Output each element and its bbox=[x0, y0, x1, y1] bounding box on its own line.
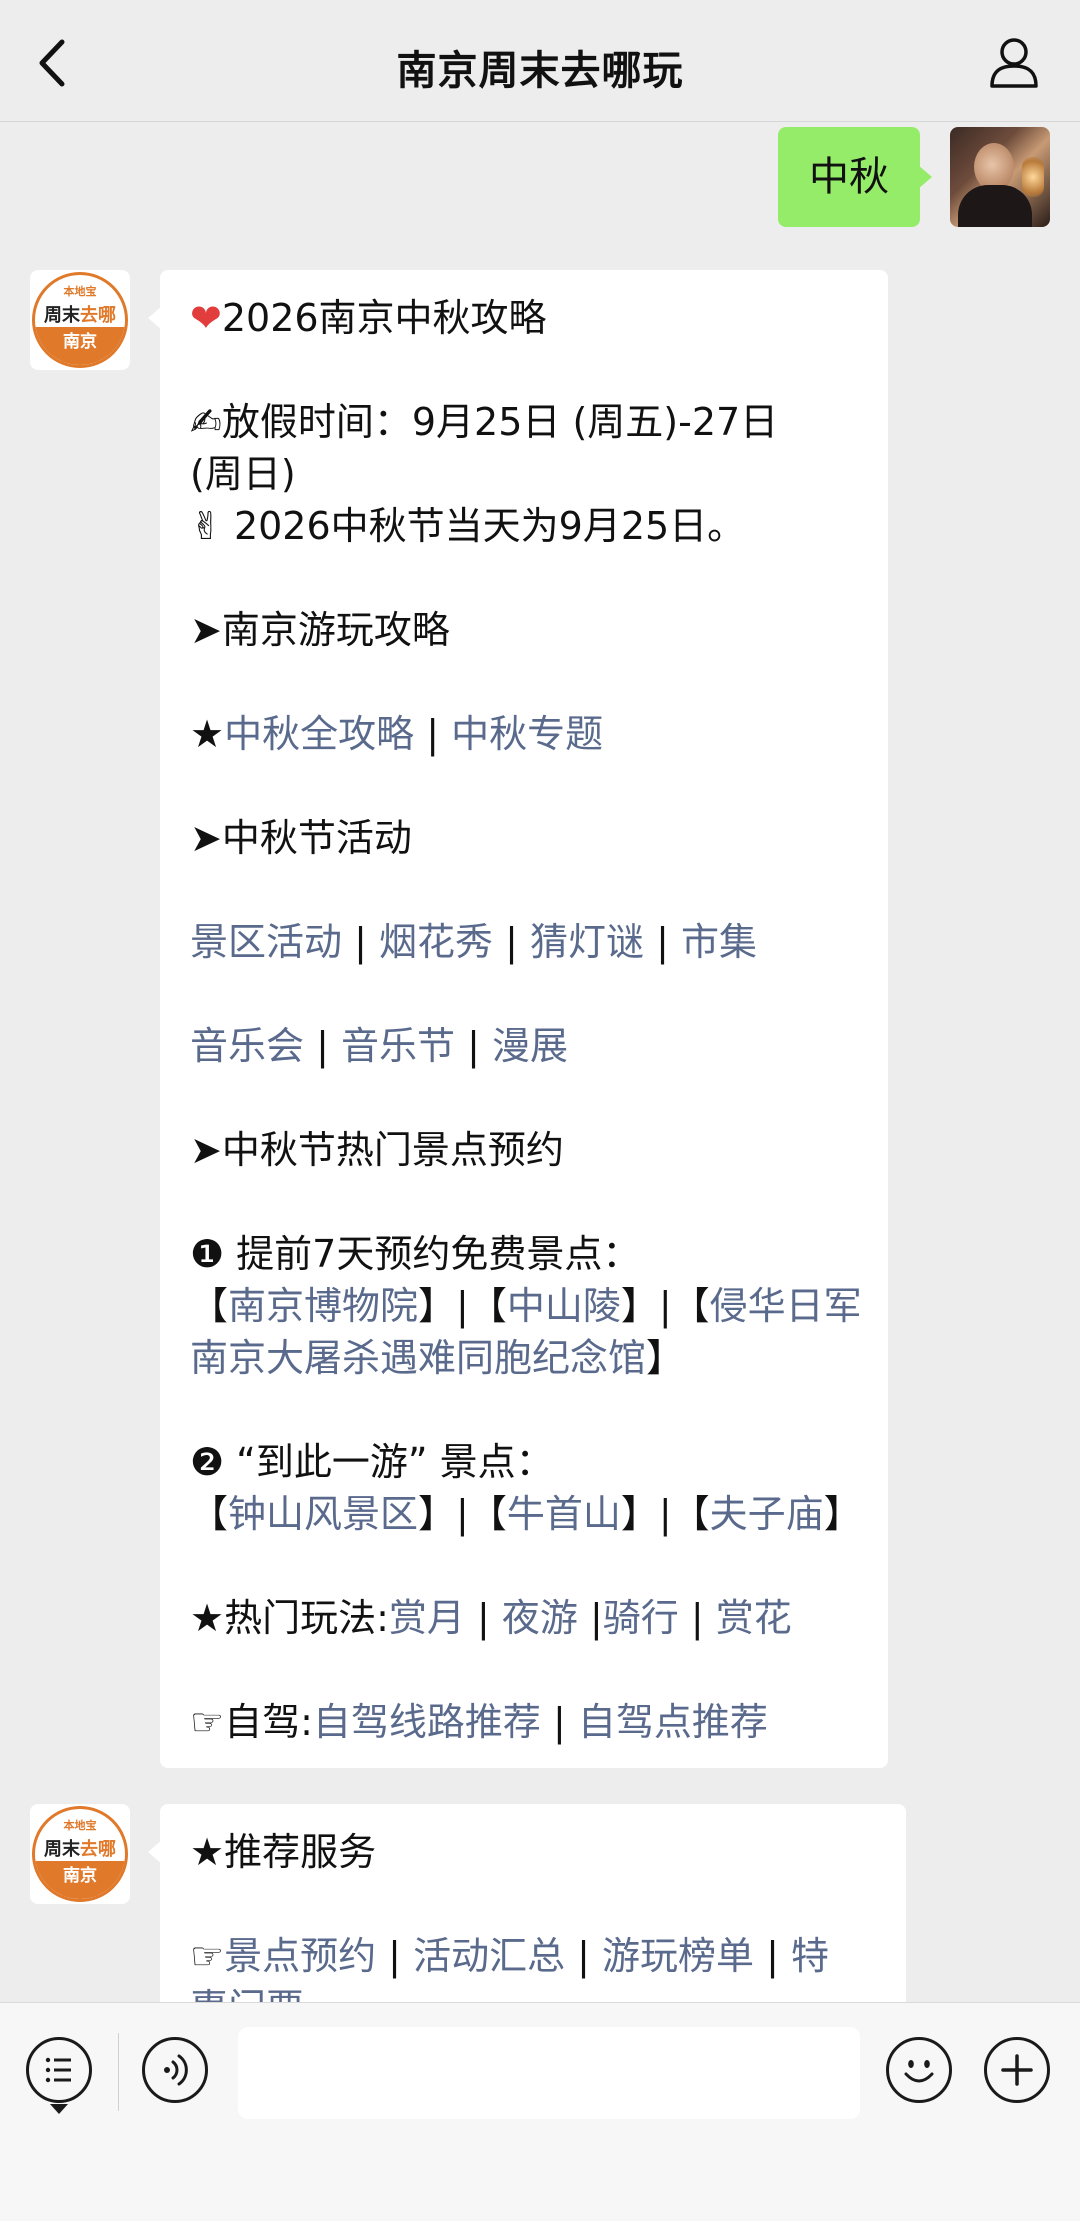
number-one-icon: ❶ bbox=[190, 1232, 225, 1276]
chat-header: 南京周末去哪玩 bbox=[0, 0, 1080, 122]
person-icon[interactable] bbox=[986, 34, 1042, 90]
star-icon: ★ bbox=[190, 712, 225, 756]
link-lantern-riddles[interactable]: 猜灯谜 bbox=[530, 920, 644, 964]
avatar-brand-city: 南京 bbox=[35, 327, 125, 365]
holiday-time-cont: (周日) bbox=[190, 452, 296, 496]
avatar2-brand-a: 周末 bbox=[44, 1839, 80, 1860]
link-sun-yatsen-mausoleum[interactable]: 中山陵 bbox=[507, 1284, 621, 1328]
section-heading-activities: ➤中秋节活动 bbox=[190, 816, 412, 860]
link-full-guide[interactable]: 中秋全攻略 bbox=[224, 712, 414, 756]
avatar2-brand-city: 南京 bbox=[35, 1861, 125, 1899]
link-zhongshan-scenic[interactable]: 钟山风景区 bbox=[228, 1492, 418, 1536]
list-menu-icon[interactable] bbox=[26, 2037, 92, 2114]
link-scenic-activities[interactable]: 景区活动 bbox=[190, 920, 342, 964]
link-nanjing-museum[interactable]: 南京博物院 bbox=[228, 1284, 418, 1328]
link-concert[interactable]: 音乐会 bbox=[190, 1024, 304, 1068]
message-input[interactable] bbox=[238, 2027, 860, 2119]
link-drive-routes[interactable]: 自驾线路推荐 bbox=[313, 1700, 541, 1744]
holiday-time: 放假时间：9月25日 (周五)-27日 bbox=[221, 400, 779, 444]
link-cycling[interactable]: 骑行 bbox=[603, 1596, 679, 1640]
voice-icon[interactable] bbox=[142, 2037, 208, 2103]
link-drive-spots[interactable]: 自驾点推荐 bbox=[578, 1700, 768, 1744]
writing-hand-icon: ✍ bbox=[190, 400, 222, 444]
avatar-brand-a: 周末 bbox=[44, 305, 80, 326]
link-fireworks[interactable]: 烟花秀 bbox=[379, 920, 493, 964]
link-comic-expo[interactable]: 漫展 bbox=[492, 1024, 568, 1068]
hot-play-label: ★热门玩法: bbox=[190, 1596, 389, 1640]
smiley-icon[interactable] bbox=[886, 2037, 952, 2103]
link-niushou-mountain[interactable]: 牛首山 bbox=[507, 1492, 621, 1536]
link-memorial-hall-b[interactable]: 南京大屠杀遇难同胞纪念馆 bbox=[190, 1336, 646, 1380]
link-memorial-hall-a[interactable]: 侵华日军 bbox=[710, 1284, 862, 1328]
victory-hand-icon: ✌ bbox=[190, 504, 222, 548]
my-message-bubble[interactable]: 中秋 bbox=[778, 127, 932, 227]
link-night-tour[interactable]: 夜游 bbox=[502, 1596, 578, 1640]
avatar-brand-top: 本地宝 bbox=[63, 285, 97, 298]
link-special-tickets[interactable]: 特 bbox=[791, 1934, 829, 1978]
item2-label: “到此一游” 景点： bbox=[236, 1440, 554, 1484]
avatar-brand-b: 去哪 bbox=[80, 305, 116, 326]
link-ranking[interactable]: 游玩榜单 bbox=[602, 1934, 754, 1978]
input-bar bbox=[0, 2002, 1080, 2221]
link-market[interactable]: 市集 bbox=[681, 920, 757, 964]
recommend-heading: ★推荐服务 bbox=[190, 1830, 377, 1874]
link-activity-summary[interactable]: 活动汇总 bbox=[413, 1934, 565, 1978]
link-music-festival[interactable]: 音乐节 bbox=[341, 1024, 455, 1068]
chat-title: 南京周末去哪玩 bbox=[396, 48, 684, 94]
link-scenic-booking[interactable]: 景点预约 bbox=[224, 1934, 376, 1978]
avatar2-brand-top: 本地宝 bbox=[63, 1819, 97, 1832]
number-two-icon: ❷ bbox=[190, 1440, 225, 1484]
link-moon-viewing[interactable]: 赏月 bbox=[389, 1596, 465, 1640]
my-message-text: 中秋 bbox=[809, 154, 889, 200]
bot-message-bubble[interactable]: ❤2026南京中秋攻略 ✍放假时间：9月25日 (周五)-27日 (周日) ✌ … bbox=[148, 270, 888, 1768]
link-special-tickets-cont[interactable]: 惠门票 bbox=[190, 1986, 304, 2002]
festival-day: 2026中秋节当天为9月25日。 bbox=[233, 504, 746, 548]
section-heading-reservations: ➤中秋节热门景点预约 bbox=[190, 1128, 564, 1172]
link-topic[interactable]: 中秋专题 bbox=[451, 712, 603, 756]
divider bbox=[118, 2033, 119, 2111]
plus-icon[interactable] bbox=[984, 2037, 1050, 2103]
heart-icon: ❤ bbox=[190, 296, 222, 340]
drive-label: ☞自驾: bbox=[190, 1700, 313, 1744]
section-heading-guide: ➤南京游玩攻略 bbox=[190, 608, 450, 652]
message-heading: 2026南京中秋攻略 bbox=[221, 296, 547, 340]
link-flowers[interactable]: 赏花 bbox=[716, 1596, 792, 1640]
bot-avatar[interactable]: 本地宝 周末去哪 南京 bbox=[30, 270, 130, 370]
item1-label: 提前7天预约免费景点： bbox=[236, 1232, 641, 1276]
bot-avatar-2[interactable]: 本地宝 周末去哪 南京 bbox=[30, 1804, 130, 1904]
avatar2-brand-b: 去哪 bbox=[80, 1839, 116, 1860]
separator: | bbox=[426, 712, 439, 756]
my-avatar[interactable] bbox=[950, 127, 1050, 227]
bot-message-bubble-2[interactable]: ★推荐服务 ☞景点预约 | 活动汇总 | 游玩榜单 | 特 惠门票 bbox=[148, 1804, 906, 2002]
chat-area[interactable]: 中秋 本地宝 周末去哪 南京 ❤2026南京中秋攻略 ✍放假时间：9月25日 (… bbox=[0, 122, 1080, 2002]
pointing-hand-icon: ☞ bbox=[190, 1934, 225, 1978]
link-confucius-temple[interactable]: 夫子庙 bbox=[710, 1492, 824, 1536]
